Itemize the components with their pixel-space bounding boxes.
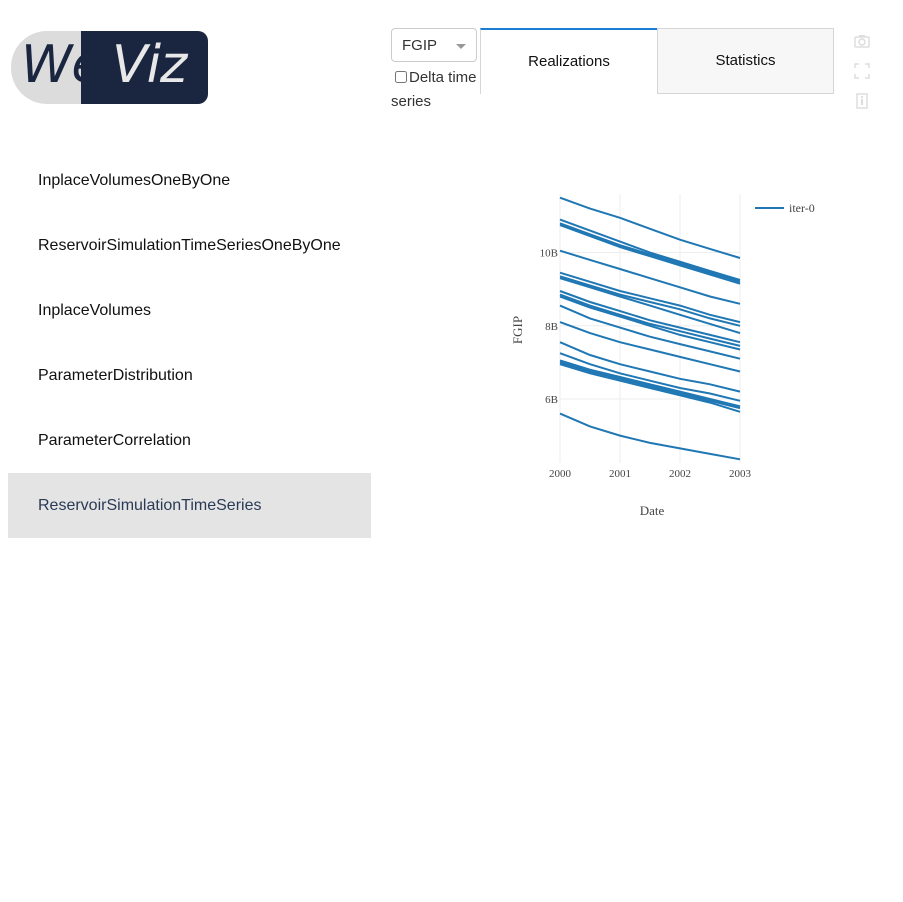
x-axis-label: Date [640,503,665,518]
y-tick-label: 8B [545,321,558,333]
vector-dropdown-value: FGIP [402,37,438,54]
fgip-line-chart: 2000 2001 2002 2003 6B 8B 10B Date FGIP iter-0 [510,194,815,518]
series-line-realization-18[interactable] [559,412,741,461]
x-tick-label: 2003 [729,468,752,480]
sidebar-item-reservoir-simulation-time-series-one-by-one[interactable]: ReservoirSimulationTimeSeriesOneByOne [8,213,371,278]
sidebar-item-parameter-distribution[interactable]: ParameterDistribution [8,343,371,408]
view-tabs: Realizations Statistics [480,28,835,94]
series-line-realization-14[interactable] [559,352,741,402]
sidebar-item-parameter-correlation[interactable]: ParameterCorrelation [8,408,371,473]
camera-icon[interactable] [854,33,870,49]
sidebar-nav: InplaceVolumesOneByOne ReservoirSimulati… [8,148,371,538]
legend-label: iter-0 [789,201,815,215]
y-tick-label: 6B [545,394,558,406]
sidebar-item-reservoir-simulation-time-series[interactable]: ReservoirSimulationTimeSeries [8,473,371,538]
vector-dropdown[interactable]: FGIP [391,28,477,62]
webviz-logo: Web Viz [11,31,208,104]
y-tick-label: 10B [540,248,558,260]
info-icon[interactable] [854,93,870,109]
tab-realizations[interactable]: Realizations [480,28,657,94]
delta-time-series-checkbox[interactable] [395,71,407,83]
series-line-realization-0[interactable] [559,196,741,259]
sidebar-item-inplace-volumes[interactable]: InplaceVolumes [8,278,371,343]
fullscreen-icon[interactable] [854,63,870,79]
x-tick-label: 2000 [549,468,572,480]
chevron-down-icon [456,44,466,49]
logo-text-viz: Viz [112,35,187,95]
sidebar-item-inplace-volumes-one-by-one[interactable]: InplaceVolumesOneByOne [8,148,371,213]
chart-legend[interactable]: iter-0 [755,201,815,215]
y-axis-label: FGIP [510,316,525,344]
delta-time-series-option: Delta time series [391,66,483,114]
x-tick-label: 2001 [609,468,631,480]
x-tick-label: 2002 [669,468,691,480]
series-line-realization-4[interactable] [559,249,741,305]
plot-modebar [854,33,872,123]
chart-series-lines [559,196,741,461]
tab-statistics[interactable]: Statistics [657,28,834,94]
